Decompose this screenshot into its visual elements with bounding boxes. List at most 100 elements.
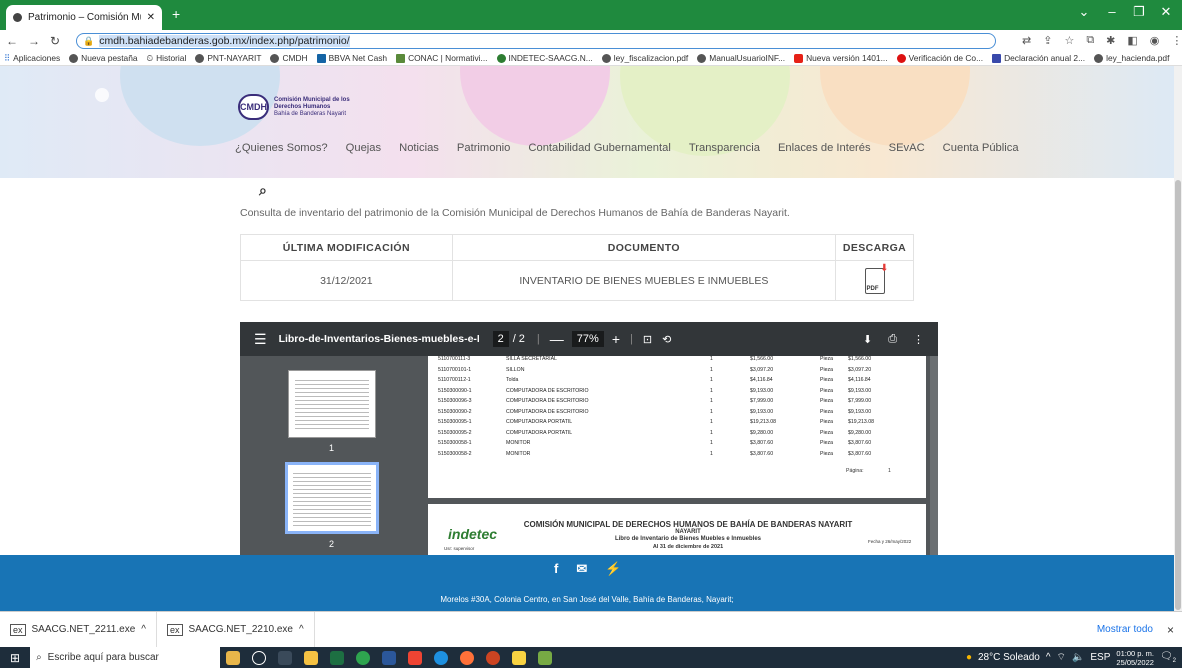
facebook-icon[interactable]: f — [554, 561, 558, 577]
back-icon[interactable]: ← — [6, 34, 18, 48]
thumbnail-page-1[interactable] — [288, 370, 376, 438]
windows-start-icon[interactable]: ⊞ — [10, 651, 20, 665]
sidepanel-icon[interactable]: ◧ — [1127, 34, 1137, 47]
excel-icon[interactable] — [330, 650, 345, 665]
bookmark-item[interactable]: BBVA Net Cash — [316, 53, 387, 63]
minimize-button[interactable]: – — [1098, 4, 1126, 19]
restore-button[interactable]: ❐ — [1125, 4, 1153, 20]
bookmark-item[interactable]: Nueva versión 1401... — [794, 53, 888, 63]
weather-app-icon[interactable] — [226, 650, 241, 665]
download-item[interactable]: ex SAACG.NET_2210.exe ^ — [157, 611, 315, 648]
table-cell: Pieza — [820, 408, 833, 415]
weather-text[interactable]: 28°C Soleado — [978, 652, 1040, 663]
app-icon[interactable] — [486, 650, 501, 665]
opera-icon[interactable] — [408, 650, 423, 665]
extension-icon[interactable]: ⧉ — [1086, 34, 1094, 47]
page-scrollbar[interactable] — [1174, 66, 1182, 611]
thumbnail-page-2[interactable] — [285, 462, 379, 534]
bookmark-item[interactable]: ley_hacienda.pdf — [1094, 53, 1169, 63]
table-cell: $9,193.00 — [750, 408, 774, 415]
chevron-up-icon[interactable]: ^ — [141, 624, 146, 635]
pdf-page-input[interactable]: 2 — [492, 331, 509, 347]
bookmark-item[interactable]: CMDH — [270, 53, 308, 63]
star-icon[interactable]: ☆ — [1064, 34, 1074, 47]
zoom-out-button[interactable]: — — [550, 331, 564, 347]
nav-quejas[interactable]: Quejas — [346, 142, 381, 154]
bookmark-item[interactable]: Nueva pestaña — [69, 53, 138, 63]
firefox-icon[interactable] — [460, 650, 475, 665]
pdf-scrollbar[interactable] — [930, 356, 938, 555]
pdf-download[interactable]: ⬇ PDF — [835, 260, 914, 301]
download-item[interactable]: ex SAACG.NET_2211.exe ^ — [0, 611, 157, 648]
close-tab-icon[interactable]: ✕ — [147, 12, 155, 23]
clock[interactable]: 01:00 p. m. 25/05/2022 — [1116, 649, 1154, 667]
close-downloads-button[interactable]: × — [1167, 623, 1174, 637]
footer-address: Morelos #30A, Colonia Centro, en San Jos… — [440, 595, 734, 604]
site-logo[interactable]: CMDH Comisión Municipal de los Derechos … — [238, 92, 374, 122]
task-view-icon[interactable] — [278, 650, 293, 665]
zoom-in-button[interactable]: + — [612, 331, 620, 347]
share-icon[interactable]: ⇪ — [1043, 34, 1052, 47]
nav-sevac[interactable]: SEvAC — [889, 142, 925, 154]
nav-noticias[interactable]: Noticias — [399, 142, 439, 154]
bookmark-item[interactable]: ley_fiscalizacion.pdf — [601, 53, 688, 63]
browser-tab[interactable]: Patrimonio – Comisión Municipa ✕ — [6, 5, 162, 30]
rss-icon[interactable]: ⚡ — [605, 561, 621, 577]
fit-page-icon[interactable]: ⊡ — [643, 333, 652, 346]
bookmark-item[interactable]: INDETEC-SAACG.N... — [496, 53, 593, 63]
app-icon[interactable] — [538, 650, 553, 665]
reload-icon[interactable]: ↻ — [50, 34, 60, 48]
chevron-up-icon[interactable]: ^ — [299, 624, 304, 635]
translate-icon[interactable]: ⇄ — [1022, 34, 1031, 47]
table-cell: Pieza — [820, 398, 833, 404]
puzzle-icon[interactable]: ✱ — [1106, 34, 1115, 47]
nav-contabilidad[interactable]: Contabilidad Gubernamental — [528, 142, 670, 154]
table-cell: 1 — [710, 419, 713, 425]
nav-cuenta-publica[interactable]: Cuenta Pública — [943, 142, 1019, 154]
nav-enlaces[interactable]: Enlaces de Interés — [778, 142, 871, 154]
search-icon[interactable]: ⌕ — [259, 182, 267, 199]
conac-icon — [396, 53, 406, 63]
network-icon[interactable]: ⌔ — [1057, 651, 1066, 664]
nav-transparencia[interactable]: Transparencia — [689, 142, 760, 154]
download-icon[interactable]: ⬇ — [863, 333, 872, 346]
file-explorer-icon[interactable] — [304, 650, 319, 665]
cortana-icon[interactable] — [252, 650, 267, 665]
mail-icon[interactable]: ✉ — [576, 561, 587, 577]
pdf-icon[interactable]: ⬇ PDF — [864, 263, 889, 294]
column-header: DOCUMENTO — [451, 234, 837, 261]
bookmark-item[interactable]: Declaración anual 2... — [992, 53, 1085, 63]
new-tab-button[interactable]: + — [172, 6, 180, 22]
tray-chevron-icon[interactable]: ^ — [1046, 652, 1051, 663]
bookmark-item[interactable]: ⏲ Historial — [147, 53, 187, 64]
table-cell: 5150300095-1 — [438, 419, 472, 425]
edge-icon[interactable] — [434, 650, 449, 665]
nav-quienes-somos[interactable]: ¿Quienes Somos? — [235, 142, 328, 154]
bookmark-item[interactable]: Verificación de Co... — [896, 53, 983, 63]
close-window-button[interactable]: ✕ — [1152, 4, 1180, 20]
notification-icon[interactable]: 🗨2 — [1160, 651, 1176, 664]
print-icon[interactable]: ⎙ — [888, 333, 897, 346]
language-indicator[interactable]: ESP — [1090, 652, 1110, 663]
volume-icon[interactable]: 🔈 — [1072, 652, 1084, 663]
chrome-icon[interactable] — [356, 650, 371, 665]
show-all-link[interactable]: Mostrar todo — [1097, 624, 1153, 635]
nav-patrimonio[interactable]: Patrimonio — [457, 142, 510, 154]
bookmark-item[interactable]: ManualUsuarioINF... — [697, 53, 785, 63]
more-options-icon[interactable]: ⋮ — [913, 333, 924, 346]
pdf-menu-icon[interactable]: ☰ — [254, 331, 267, 348]
forward-icon[interactable]: → — [28, 34, 40, 48]
taskbar-search[interactable]: ⌕ Escribe aquí para buscar — [30, 647, 221, 668]
table-cell: Pieza — [820, 366, 833, 373]
bookmark-item[interactable]: ⠿ Aplicaciones — [4, 53, 60, 63]
profile-icon[interactable]: ◉ — [1150, 34, 1160, 47]
app-icon[interactable] — [512, 650, 527, 665]
bookmark-item[interactable]: PNT-NAYARIT — [195, 53, 261, 63]
rotate-icon[interactable]: ⟲ — [662, 333, 671, 346]
zoom-input[interactable]: 77% — [571, 331, 604, 347]
tab-search-icon[interactable]: ⌄ — [1070, 4, 1098, 20]
menu-icon[interactable]: ⋮ — [1171, 34, 1182, 47]
bookmark-item[interactable]: CONAC | Normativi... — [396, 53, 488, 63]
address-bar[interactable]: 🔒 cmdh.bahiadebanderas.gob.mx/index.php/… — [76, 33, 996, 49]
word-icon[interactable] — [382, 650, 397, 665]
